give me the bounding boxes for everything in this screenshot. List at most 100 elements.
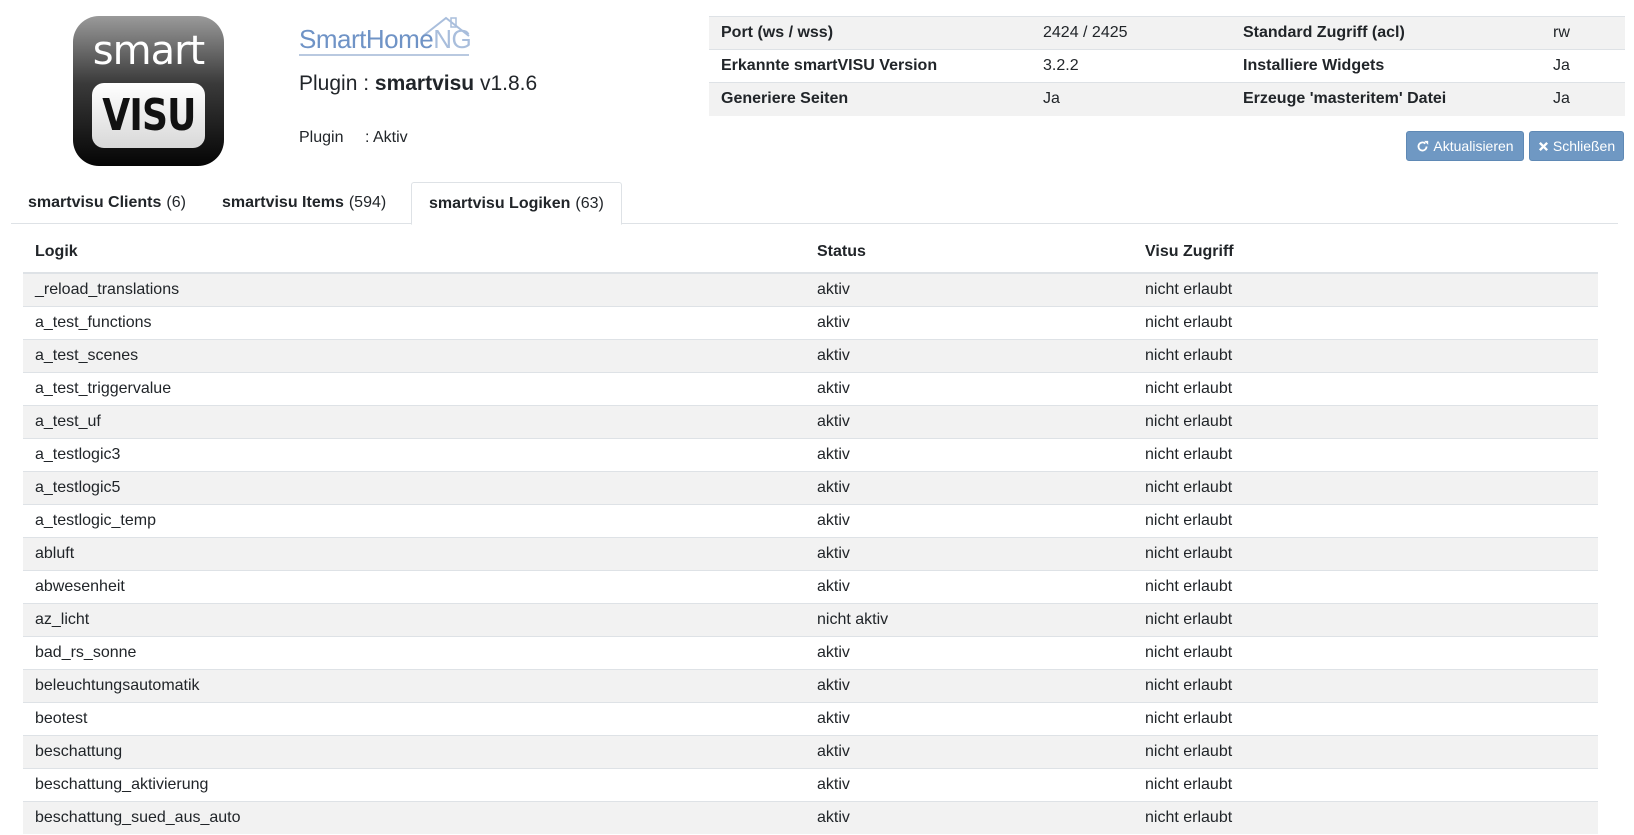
brand-suffix: NG bbox=[433, 24, 472, 54]
logic-access-cell: nicht erlaubt bbox=[1133, 371, 1598, 405]
logic-status-cell: aktiv bbox=[805, 734, 1133, 768]
logic-access-cell: nicht erlaubt bbox=[1133, 437, 1598, 471]
table-row: _reload_translations aktiv nicht erlaubt bbox=[23, 272, 1598, 306]
logic-access-cell: nicht erlaubt bbox=[1133, 602, 1598, 636]
table-row: beschattung_sued_aus_auto aktiv nicht erla… bbox=[23, 800, 1598, 834]
logic-name-cell: abwesenheit bbox=[23, 569, 805, 603]
logic-access-cell: nicht erlaubt bbox=[1133, 503, 1598, 537]
close-icon bbox=[1538, 141, 1548, 151]
logic-status-cell: aktiv bbox=[805, 272, 1133, 306]
logic-access-cell: nicht erlaubt bbox=[1133, 305, 1598, 339]
table-row: beschattung_aktivierung aktiv nicht erlaub… bbox=[23, 767, 1598, 801]
logic-name-cell: beleuchtungsautomatik bbox=[23, 668, 805, 702]
logic-access-cell: nicht erlaubt bbox=[1133, 800, 1598, 834]
tab-bar: smartvisu Clients (6) smartvisu Items (594… bbox=[11, 182, 1618, 225]
table-row: beschattung aktiv nicht erlaubt bbox=[23, 734, 1598, 768]
table-row: abluft aktiv nicht erlaubt bbox=[23, 536, 1598, 570]
logic-access-cell: nicht erlaubt bbox=[1133, 338, 1598, 372]
tab-items[interactable]: smartvisu Items (594) bbox=[205, 182, 403, 224]
refresh-icon bbox=[1417, 140, 1429, 151]
plugin-title: Plugin : smartvisu v1.8.6 bbox=[299, 72, 537, 96]
logic-name-cell: az_licht bbox=[23, 602, 805, 636]
logics-table: Logik Status Visu Zugriff _reload_transl… bbox=[23, 231, 1598, 834]
plugin-label: Plugin : bbox=[299, 72, 375, 95]
logic-name-cell: a_test_triggervalue bbox=[23, 371, 805, 405]
table-header-row: Logik Status Visu Zugriff bbox=[23, 231, 1598, 274]
logic-name-cell: a_test_scenes bbox=[23, 338, 805, 372]
tab-label: smartvisu Items bbox=[222, 194, 344, 211]
logic-access-cell: nicht erlaubt bbox=[1133, 569, 1598, 603]
info-row: Generiere Seiten Ja Erzeuge 'masteritem' D… bbox=[709, 82, 1625, 116]
plugin-status-value: : Aktiv bbox=[365, 129, 408, 146]
logic-status-cell: aktiv bbox=[805, 437, 1133, 471]
logic-name-cell: a_test_functions bbox=[23, 305, 805, 339]
logic-status-cell: aktiv bbox=[805, 536, 1133, 570]
tab-label: smartvisu Logiken bbox=[429, 194, 571, 212]
logic-status-cell: aktiv bbox=[805, 371, 1133, 405]
logic-name-cell: a_testlogic3 bbox=[23, 437, 805, 471]
tab-count: (63) bbox=[575, 194, 604, 212]
info-key: Port (ws / wss) bbox=[709, 16, 1031, 50]
logic-name-cell: beschattung_sued_aus_auto bbox=[23, 800, 805, 834]
info-value: Ja bbox=[1031, 82, 1231, 116]
table-row: bad_rs_sonne aktiv nicht erlaubt bbox=[23, 635, 1598, 669]
logic-access-cell: nicht erlaubt bbox=[1133, 701, 1598, 735]
logic-status-cell: aktiv bbox=[805, 404, 1133, 438]
tab-clients[interactable]: smartvisu Clients (6) bbox=[11, 182, 203, 224]
logic-name-cell: a_test_uf bbox=[23, 404, 805, 438]
column-header-visu-zugriff[interactable]: Visu Zugriff bbox=[1133, 231, 1598, 274]
logic-access-cell: nicht erlaubt bbox=[1133, 470, 1598, 504]
logic-status-cell: aktiv bbox=[805, 470, 1133, 504]
table-row: beotest aktiv nicht erlaubt bbox=[23, 701, 1598, 735]
close-button[interactable]: Schließen bbox=[1529, 131, 1624, 161]
table-row: a_test_scenes aktiv nicht erlaubt bbox=[23, 338, 1598, 372]
table-row: beleuchtungsautomatik aktiv nicht erlaubt bbox=[23, 668, 1598, 702]
tab-label: smartvisu Clients bbox=[28, 194, 162, 211]
info-key: Standard Zugriff (acl) bbox=[1231, 16, 1541, 50]
logic-name-cell: a_testlogic_temp bbox=[23, 503, 805, 537]
close-button-label: Schließen bbox=[1552, 138, 1616, 154]
logic-status-cell: aktiv bbox=[805, 767, 1133, 801]
logic-status-cell: aktiv bbox=[805, 305, 1133, 339]
logo-text-bottom: VISU bbox=[101, 90, 196, 141]
logic-status-cell: aktiv bbox=[805, 668, 1133, 702]
tab-logiken[interactable]: smartvisu Logiken (63) bbox=[411, 182, 622, 225]
tab-count: (6) bbox=[166, 194, 186, 211]
logic-name-cell: abluft bbox=[23, 536, 805, 570]
info-value: 2424 / 2425 bbox=[1031, 16, 1231, 50]
logic-name-cell: bad_rs_sonne bbox=[23, 635, 805, 669]
logic-access-cell: nicht erlaubt bbox=[1133, 272, 1598, 306]
table-row: a_test_functions aktiv nicht erlaubt bbox=[23, 305, 1598, 339]
column-header-logik[interactable]: Logik bbox=[23, 231, 805, 274]
logic-name-cell: _reload_translations bbox=[23, 272, 805, 306]
table-row: a_test_triggervalue aktiv nicht erlaubt bbox=[23, 371, 1598, 405]
info-key: Erkannte smartVISU Version bbox=[709, 49, 1031, 83]
logic-access-cell: nicht erlaubt bbox=[1133, 734, 1598, 768]
smarthomeng-brand: SmartHomeNG bbox=[299, 14, 474, 58]
refresh-button[interactable]: Aktualisieren bbox=[1406, 131, 1524, 161]
table-row: az_licht nicht aktiv nicht erlaubt bbox=[23, 602, 1598, 636]
logic-status-cell: aktiv bbox=[805, 338, 1133, 372]
smartvisu-logo: smart VISU bbox=[73, 16, 224, 166]
logic-access-cell: nicht erlaubt bbox=[1133, 404, 1598, 438]
logic-access-cell: nicht erlaubt bbox=[1133, 767, 1598, 801]
plugin-status: Plugin: Aktiv bbox=[299, 129, 408, 147]
logic-name-cell: beschattung_aktivierung bbox=[23, 767, 805, 801]
tab-count: (594) bbox=[348, 194, 387, 211]
info-value: rw bbox=[1541, 16, 1625, 50]
logic-status-cell: nicht aktiv bbox=[805, 602, 1133, 636]
logic-access-cell: nicht erlaubt bbox=[1133, 536, 1598, 570]
plugin-info-table: Port (ws / wss) 2424 / 2425 Standard Zugri… bbox=[709, 16, 1625, 116]
logic-status-cell: aktiv bbox=[805, 635, 1133, 669]
table-row: a_testlogic5 aktiv nicht erlaubt bbox=[23, 470, 1598, 504]
info-value: Ja bbox=[1541, 49, 1625, 83]
plugin-name: smartvisu bbox=[374, 72, 475, 95]
column-header-status[interactable]: Status bbox=[805, 231, 1133, 274]
table-row: abwesenheit aktiv nicht erlaubt bbox=[23, 569, 1598, 603]
info-row: Port (ws / wss) 2424 / 2425 Standard Zugri… bbox=[709, 16, 1625, 50]
logic-name-cell: beotest bbox=[23, 701, 805, 735]
info-value: Ja bbox=[1541, 82, 1625, 116]
table-row: a_testlogic_temp aktiv nicht erlaubt bbox=[23, 503, 1598, 537]
refresh-button-label: Aktualisieren bbox=[1433, 138, 1514, 154]
plugin-version: v1.8.6 bbox=[479, 72, 538, 95]
